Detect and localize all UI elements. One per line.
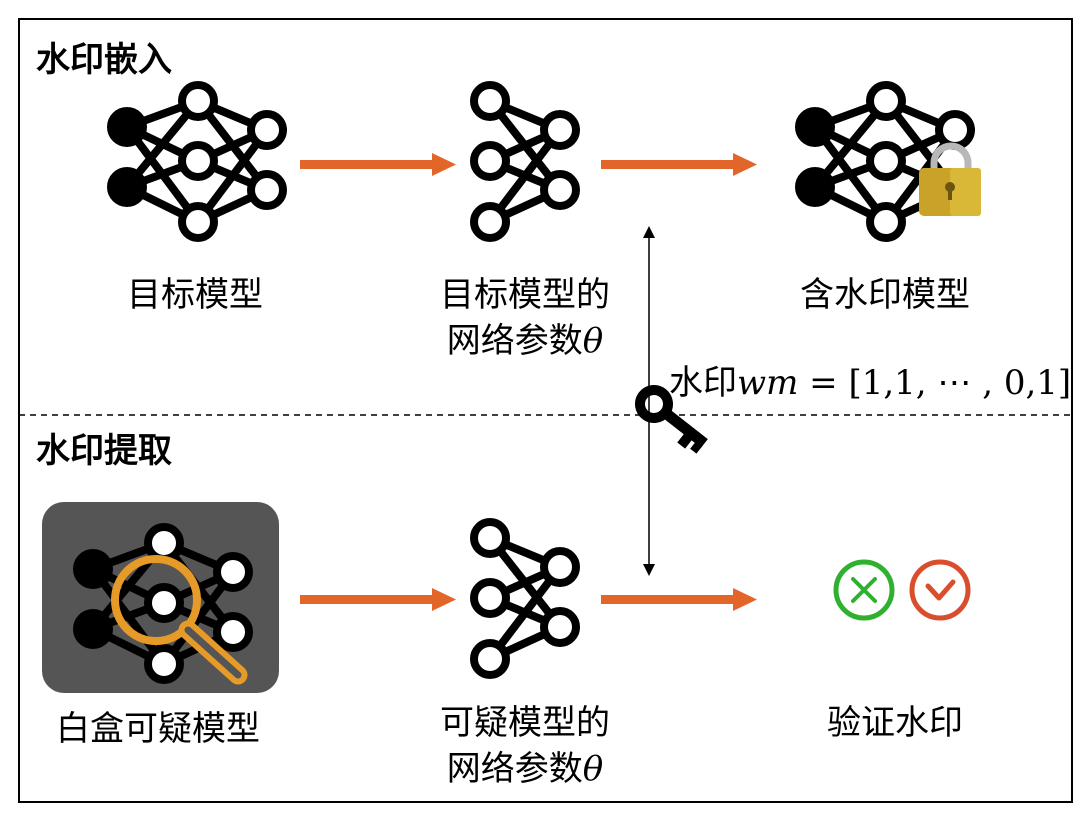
flow-arrow-extract-2 [601, 588, 757, 611]
label-suspect-params-line1: 可疑模型的 [440, 703, 610, 743]
watermark-prefix: 水印 [669, 363, 737, 403]
neural-network-icon [111, 85, 283, 238]
flow-arrow-extract-1 [300, 588, 456, 611]
watermark-equals: = [798, 363, 849, 403]
label-suspect-params-line2: 网络参数θ [446, 749, 604, 789]
label-suspect-params: 可疑模型的 网络参数θ [420, 700, 630, 792]
label-target-model: 目标模型 [127, 275, 263, 315]
neural-network-small-icon [474, 85, 576, 238]
watermark-value: [1,1, ⋯ , 0,1] [848, 363, 1072, 403]
label-whitebox-model: 白盒可疑模型 [56, 709, 260, 749]
flow-arrow-embed-1 [300, 153, 456, 176]
label-target-params-line1: 目标模型的 [440, 275, 610, 315]
label-target-params: 目标模型的 网络参数θ [420, 272, 630, 364]
label-watermarked-model: 含水印模型 [800, 275, 970, 315]
flow-arrow-embed-2 [601, 153, 757, 176]
watermark-formula: 水印wm = [1,1, ⋯ , 0,1] [669, 360, 1071, 406]
watermark-var: wm [737, 363, 799, 403]
label-verify: 验证水印 [827, 703, 963, 743]
theta-symbol: θ [582, 321, 604, 361]
whitebox-model-tile [42, 502, 279, 693]
neural-network-small-icon [474, 522, 576, 675]
section-title-extract: 水印提取 [36, 431, 172, 471]
cross-circle-icon [833, 559, 895, 621]
check-circle-icon [909, 559, 971, 621]
section-title-embed: 水印嵌入 [36, 40, 172, 80]
label-target-params-line2: 网络参数θ [446, 321, 604, 361]
theta-symbol: θ [582, 749, 604, 789]
